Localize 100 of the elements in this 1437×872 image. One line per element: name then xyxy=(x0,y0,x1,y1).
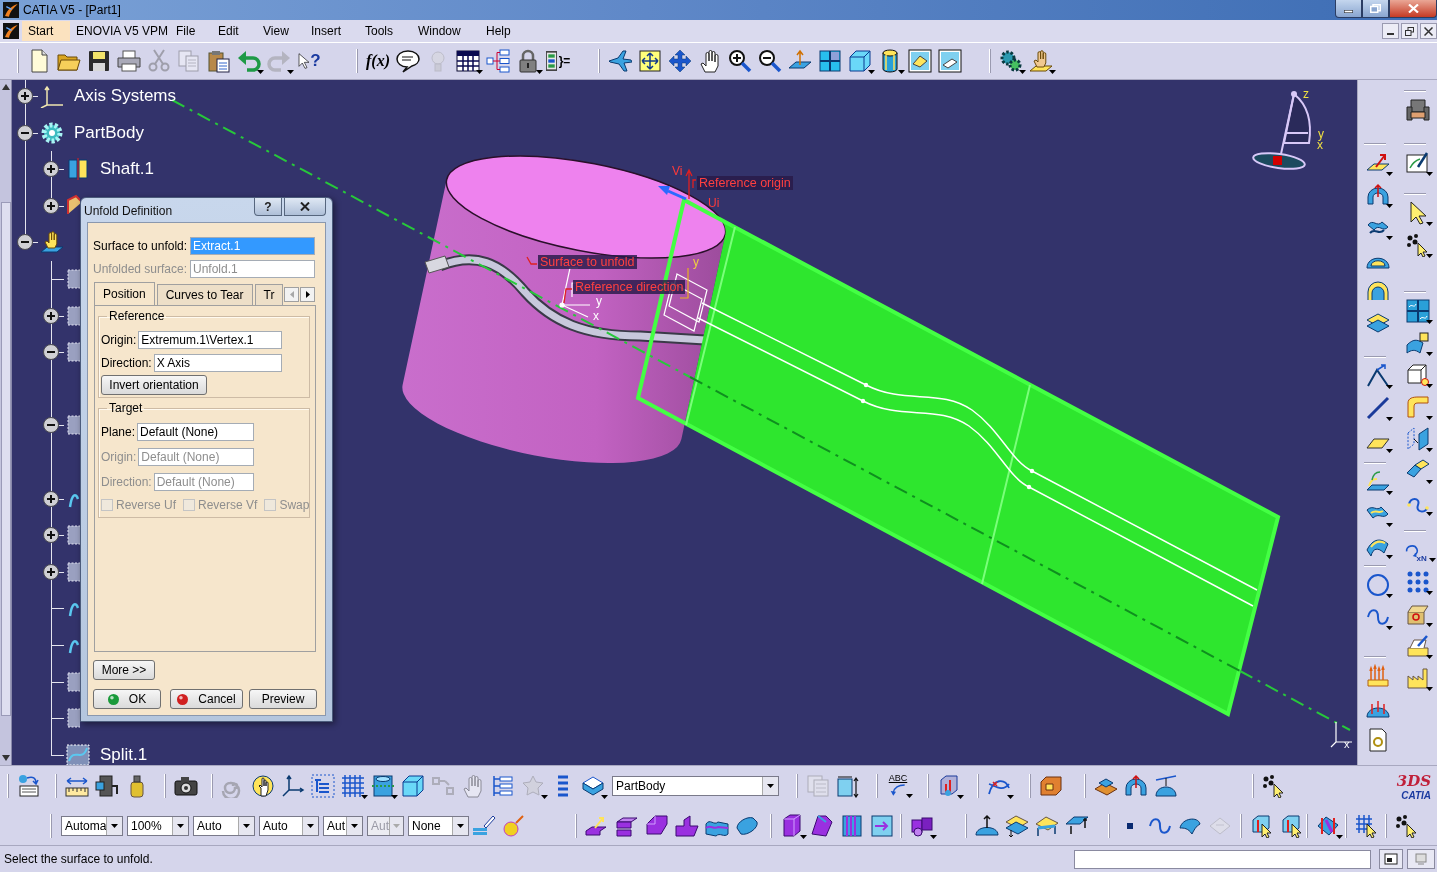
expand-icon[interactable] xyxy=(43,307,59,324)
caret-icon[interactable] xyxy=(957,795,964,799)
menu-item[interactable]: Help xyxy=(480,21,520,41)
dot-grid-icon[interactable] xyxy=(1405,570,1430,594)
document-icon[interactable] xyxy=(1366,728,1390,752)
hand-sheet-icon[interactable] xyxy=(1029,49,1053,73)
caret-icon[interactable] xyxy=(601,795,608,799)
scrollbar[interactable] xyxy=(0,80,12,765)
tab[interactable]: Tr xyxy=(254,284,283,305)
camera-icon[interactable] xyxy=(174,774,198,798)
caret-icon[interactable] xyxy=(930,834,937,839)
step-block-icon[interactable] xyxy=(675,813,699,838)
block-bracket-icon[interactable] xyxy=(95,774,119,798)
tree-item-label[interactable]: Split.1 xyxy=(100,744,148,765)
down-arrow-icon[interactable] xyxy=(1,755,10,761)
close-button[interactable] xyxy=(1389,0,1437,18)
paintbrush-icon[interactable] xyxy=(472,813,496,838)
caret-icon[interactable] xyxy=(1386,523,1393,527)
sketch-pad-icon[interactable] xyxy=(1405,151,1430,175)
angle-icon[interactable] xyxy=(1366,364,1390,388)
arrows-up-icon[interactable] xyxy=(1366,664,1390,688)
cylinder-frame-icon[interactable] xyxy=(371,774,395,798)
caret-icon[interactable] xyxy=(536,70,543,74)
tab[interactable]: Curves to Tear xyxy=(156,284,253,305)
box-arrow-icon[interactable] xyxy=(17,774,41,798)
collapse-icon[interactable] xyxy=(43,344,59,361)
box-dimension-icon[interactable] xyxy=(836,774,860,798)
hand-icon[interactable] xyxy=(698,49,722,73)
caret-icon[interactable] xyxy=(800,834,807,839)
tray-pen-icon[interactable] xyxy=(1405,634,1430,658)
gears-icon[interactable] xyxy=(999,49,1023,73)
compass-triad[interactable] xyxy=(1252,91,1311,170)
menu-item[interactable]: ENOVIA V5 VPM xyxy=(70,21,170,41)
hand-sheet-icon[interactable] xyxy=(40,230,64,255)
sheets-arrow-icon[interactable] xyxy=(1005,813,1029,838)
caret-icon[interactable] xyxy=(1386,172,1393,176)
caret-icon[interactable] xyxy=(1425,416,1433,420)
caret-icon[interactable] xyxy=(1049,70,1056,74)
menu-item[interactable]: Tools xyxy=(359,21,412,41)
close-button[interactable] xyxy=(1420,23,1437,39)
box-pointer-icon[interactable] xyxy=(1250,813,1274,838)
caret-icon[interactable] xyxy=(257,70,264,74)
caret-icon[interactable] xyxy=(1425,687,1433,691)
dropdown-field[interactable]: 100% xyxy=(127,815,189,836)
line-icon[interactable] xyxy=(1366,396,1390,420)
caret-icon[interactable] xyxy=(361,795,368,799)
comb-block-icon[interactable] xyxy=(840,813,864,838)
box-pointer-icon[interactable] xyxy=(1280,813,1304,838)
stacked-sheets-icon[interactable] xyxy=(1366,311,1390,335)
expand-icon[interactable] xyxy=(43,527,59,544)
airplane-icon[interactable] xyxy=(608,49,632,73)
caret-icon[interactable] xyxy=(1386,385,1393,389)
caret-icon[interactable] xyxy=(1007,795,1014,799)
caret-icon[interactable] xyxy=(1386,236,1393,240)
more-button[interactable]: More >> xyxy=(93,660,155,680)
caret-icon[interactable] xyxy=(1425,591,1433,595)
3d-viewport[interactable] xyxy=(0,80,1357,765)
maximize-button[interactable] xyxy=(1362,0,1389,18)
dropdown-field[interactable]: None xyxy=(408,815,469,836)
menu-item[interactable]: Insert xyxy=(305,21,359,41)
caret-icon[interactable] xyxy=(1429,558,1436,562)
caret-icon[interactable] xyxy=(1386,449,1393,453)
formula-button[interactable]: f(x) xyxy=(366,48,390,74)
caret-icon[interactable] xyxy=(906,794,913,798)
caret-icon[interactable] xyxy=(1425,512,1433,516)
tree-list-icon[interactable] xyxy=(491,774,515,798)
command-input-field[interactable] xyxy=(1074,849,1371,869)
printer-icon[interactable] xyxy=(117,49,141,73)
dropdown-field[interactable]: PartBody xyxy=(612,776,779,796)
dropdown-field[interactable]: Auto xyxy=(259,815,319,836)
dome-line-icon[interactable] xyxy=(1154,774,1178,798)
dropdown-field[interactable]: Auto xyxy=(193,815,255,836)
open-box-icon[interactable] xyxy=(1405,602,1430,626)
expand-icon[interactable] xyxy=(43,490,59,507)
menu-item[interactable]: Start xyxy=(22,21,70,41)
caret-icon[interactable] xyxy=(1336,834,1343,839)
caret-icon[interactable] xyxy=(868,70,875,74)
tree-item-label[interactable]: PartBody xyxy=(74,122,144,143)
caret-icon[interactable] xyxy=(898,70,905,74)
text-field[interactable]: Default (None) xyxy=(137,422,254,441)
cancel-button[interactable]: Cancel xyxy=(170,689,243,709)
cube-icon[interactable] xyxy=(401,774,425,798)
expand-icon[interactable] xyxy=(43,197,59,214)
framed-sheet-icon[interactable] xyxy=(938,49,962,73)
menu-item[interactable]: Edit xyxy=(212,21,257,41)
caret-icon[interactable] xyxy=(1425,480,1433,484)
collapse-icon[interactable] xyxy=(17,124,33,141)
app-icon[interactable] xyxy=(3,23,19,39)
circle-icon[interactable] xyxy=(1366,573,1390,597)
tab[interactable]: Position xyxy=(94,282,155,305)
collapse-icon[interactable] xyxy=(17,234,33,251)
gear-icon[interactable] xyxy=(40,120,64,145)
cube-pipe-icon[interactable] xyxy=(937,774,961,798)
expand-icon[interactable] xyxy=(43,161,59,178)
menu-item[interactable]: File xyxy=(170,21,212,41)
help-button[interactable]: ? xyxy=(254,198,282,216)
two-bars-icon[interactable] xyxy=(66,157,90,182)
sheet-flag-icon[interactable] xyxy=(1405,331,1430,355)
surface-icon[interactable] xyxy=(66,706,80,731)
axis-icon[interactable] xyxy=(40,84,64,108)
